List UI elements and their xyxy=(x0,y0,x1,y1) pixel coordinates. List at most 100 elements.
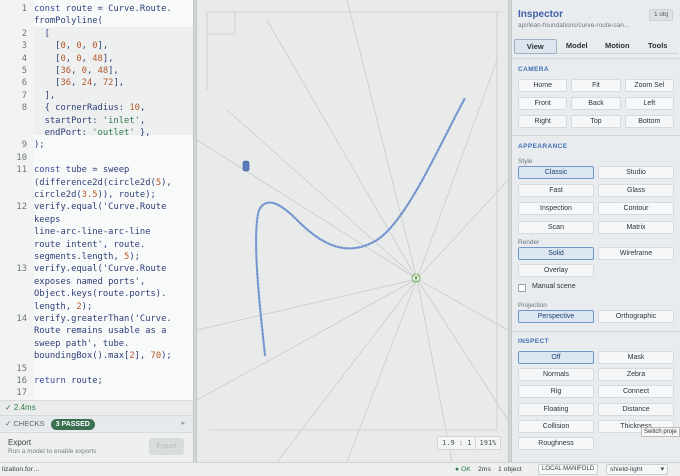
inspect-collision-button[interactable]: Collision xyxy=(518,419,594,433)
code-line[interactable]: endPort: 'outlet' }, xyxy=(0,127,193,139)
export-panel: Export Run a model to enable exports Exp… xyxy=(0,432,193,462)
style-matrix-button[interactable]: Matrix xyxy=(598,220,674,234)
status-bar: lization.for… ● OK 2ms 1 object LOCAL MA… xyxy=(0,462,680,476)
code-line[interactable]: 9); xyxy=(0,139,193,152)
code-line[interactable]: 14 verify.greaterThan('Curve. xyxy=(0,313,193,325)
code-text: length, 2); xyxy=(34,301,93,312)
camera-bottom-button[interactable]: Bottom xyxy=(624,115,674,128)
code-line[interactable]: boundingBox().max[2], 70); xyxy=(0,350,193,362)
render-wireframe-button[interactable]: Wireframe xyxy=(598,247,674,260)
code-line[interactable]: Object.keys(route.ports). xyxy=(0,288,193,300)
style-fast-button[interactable]: Fast xyxy=(518,184,594,198)
code-line[interactable]: 11 const tube = sweep xyxy=(0,164,193,177)
line-number: 5 xyxy=(0,65,34,77)
status-left-text: lization.for… xyxy=(2,466,40,473)
tab-tools[interactable]: Tools xyxy=(637,39,678,54)
code-line[interactable]: 15 xyxy=(0,362,193,375)
export-button[interactable]: Export xyxy=(149,438,184,455)
style-scan-button[interactable]: Scan xyxy=(518,220,594,234)
inspect-mask-button[interactable]: Mask xyxy=(598,351,674,364)
inspect-zebra-button[interactable]: Zebra xyxy=(598,368,674,382)
style-label: Style xyxy=(518,158,533,165)
style-studio-button[interactable]: Studio xyxy=(598,166,674,179)
code-line[interactable]: 6 [36, 24, 72], xyxy=(0,77,193,90)
code-line[interactable]: Route remains usable as a xyxy=(0,325,193,337)
route-curve[interactable] xyxy=(254,96,467,357)
camera-zoom-sel-button[interactable]: Zoom Sel xyxy=(624,79,674,92)
inspect-floating-button[interactable]: Floating xyxy=(518,402,594,416)
code-line[interactable]: 1 const route = Curve.Route. xyxy=(0,3,193,15)
code-line[interactable]: exposes named ports', xyxy=(0,276,193,288)
camera-top-button[interactable]: Top xyxy=(571,115,621,128)
tab-view[interactable]: View xyxy=(514,39,557,54)
timing-text: 2ms xyxy=(478,466,491,473)
3d-viewport[interactable]: Y xyxy=(197,0,508,462)
render-overlay-button[interactable]: Overlay xyxy=(518,264,594,277)
code-line[interactable]: 4 [0, 0, 48], xyxy=(0,52,193,65)
camera-front-button[interactable]: Front xyxy=(518,97,568,110)
code-line[interactable]: keeps xyxy=(0,214,193,226)
code-line[interactable]: 16 return route; xyxy=(0,375,193,387)
render-solid-button[interactable]: Solid xyxy=(518,247,594,260)
checks-expand-icon[interactable]: ▸ xyxy=(181,416,185,431)
inspect-off-button[interactable]: Off xyxy=(518,351,594,364)
projection-tooltip: Switch proje xyxy=(641,427,680,437)
line-number: 13 xyxy=(0,263,34,276)
code-line[interactable]: 13 verify.equal('Curve.Route xyxy=(0,263,193,276)
code-line[interactable]: segments.length, 5); xyxy=(0,251,193,263)
code-text: boundingBox().max[2], 70); xyxy=(34,351,172,362)
theme-value: shield-light xyxy=(610,466,643,473)
code-line[interactable]: length, 2); xyxy=(0,301,193,313)
scene-canvas[interactable]: Y xyxy=(197,0,508,462)
style-contour-button[interactable]: Contour xyxy=(598,202,674,216)
code-line[interactable]: line-arc-line-arc-line xyxy=(0,226,193,238)
camera-fit-button[interactable]: Fit xyxy=(571,79,621,92)
code-text: verify.equal('Curve.Route xyxy=(34,202,167,213)
camera-left-button[interactable]: Left xyxy=(624,97,674,110)
checks-label: ✓ CHECKS xyxy=(5,419,45,428)
inspector-path: api/lean-foundations/curve-route-can... xyxy=(518,22,630,29)
line-number: 9 xyxy=(0,139,34,152)
code-line[interactable]: sweep path', tube. xyxy=(0,338,193,350)
code-line[interactable]: 7 ], xyxy=(0,89,193,102)
grid-line xyxy=(416,179,508,280)
style-glass-button[interactable]: Glass xyxy=(598,184,674,198)
code-line[interactable]: 5 [36, 0, 48], xyxy=(0,65,193,77)
code-text: circle2d(3.5)), route); xyxy=(34,190,156,200)
inspector-tabs: View Model Motion Tools xyxy=(514,39,678,54)
code-line[interactable]: circle2d(3.5)), route); xyxy=(0,189,193,201)
line-number: 17 xyxy=(0,387,34,400)
inspect-connect-button[interactable]: Connect xyxy=(598,385,674,399)
inlet-port-marker[interactable] xyxy=(242,160,250,172)
code-line[interactable]: (difference2d(circle2d(5), xyxy=(0,177,193,189)
line-number: 3 xyxy=(0,40,34,53)
code-line[interactable]: 3 [0, 0, 0], xyxy=(0,40,193,53)
inspect-rig-button[interactable]: Rig xyxy=(518,385,594,399)
style-inspection-button[interactable]: Inspection xyxy=(518,202,594,216)
line-number: 10 xyxy=(0,151,34,164)
proj-orthographic-button[interactable]: Orthographic xyxy=(598,310,674,323)
code-line[interactable]: route intent', route. xyxy=(0,239,193,251)
inspect-normals-button[interactable]: Normals xyxy=(518,368,594,382)
inspect-distance-button[interactable]: Distance xyxy=(598,402,674,416)
theme-select[interactable]: shield-light ▾ xyxy=(606,464,668,475)
code-line[interactable]: 2 [ xyxy=(0,27,193,40)
proj-perspective-button[interactable]: Perspective xyxy=(518,310,594,323)
code-line[interactable]: 10 xyxy=(0,151,193,164)
code-text: keeps xyxy=(34,214,61,225)
inspect-roughness-button[interactable]: Roughness xyxy=(518,437,594,450)
camera-back-button[interactable]: Back xyxy=(571,97,621,110)
tab-model[interactable]: Model xyxy=(556,39,597,54)
tab-motion[interactable]: Motion xyxy=(597,39,638,54)
camera-right-button[interactable]: Right xyxy=(518,115,568,128)
code-line[interactable]: 12 verify.equal('Curve.Route xyxy=(0,201,193,214)
camera-home-button[interactable]: Home xyxy=(518,79,568,92)
code-line[interactable]: fromPolyline( xyxy=(0,15,193,27)
style-classic-button[interactable]: Classic xyxy=(518,166,594,179)
code-line[interactable]: 8 { cornerRadius: 10, xyxy=(0,102,193,115)
checks-bar[interactable]: ✓ CHECKS 3 PASSED ▸ xyxy=(0,415,193,431)
code-editor[interactable]: 1 const route = Curve.Route. fromPolyline(… xyxy=(0,0,193,400)
code-line[interactable]: startPort: 'inlet', xyxy=(0,115,193,127)
code-line[interactable]: 17 xyxy=(0,387,193,400)
manual-scene-checkbox[interactable] xyxy=(518,284,526,292)
